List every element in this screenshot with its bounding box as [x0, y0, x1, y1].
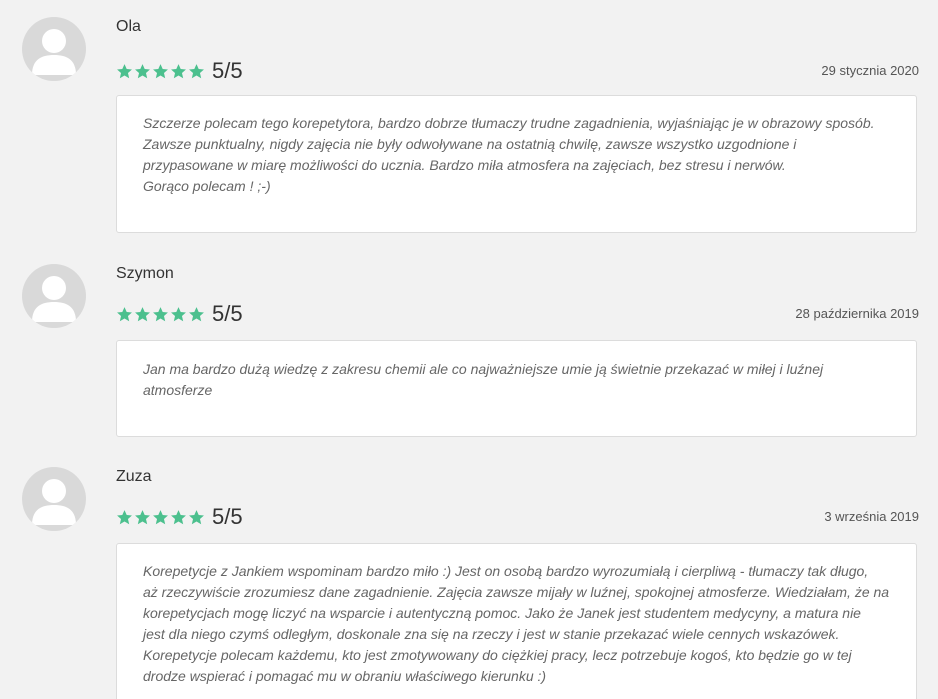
star-icon [135, 306, 150, 321]
star-icon [153, 306, 168, 321]
star-icon [117, 63, 132, 78]
star-rating [116, 306, 205, 323]
rating: 5/5 [116, 58, 243, 84]
review-text: Jan ma bardzo dużą wiedzę z zakresu chem… [116, 340, 917, 437]
review-date: 28 października 2019 [795, 306, 919, 321]
star-rating [116, 63, 205, 80]
rating-score: 5/5 [212, 504, 243, 529]
user-avatar-icon [22, 264, 86, 328]
star-icon [117, 306, 132, 321]
review-item: Szymon 5/5 28 października 2019 Jan ma b… [0, 264, 938, 437]
rating: 5/5 [116, 301, 243, 327]
star-icon [171, 509, 186, 524]
rating: 5/5 [116, 504, 243, 530]
review-item: Zuza 5/5 3 września 2019 Korepetycje z J… [0, 467, 938, 699]
star-icon [153, 63, 168, 78]
user-avatar-icon [22, 17, 86, 81]
review-text: Korepetycje z Jankiem wspominam bardzo m… [116, 543, 917, 699]
rating-score: 5/5 [212, 301, 243, 326]
reviewer-name: Zuza [116, 468, 152, 485]
star-icon [117, 509, 132, 524]
review-date: 29 stycznia 2020 [821, 63, 919, 78]
star-icon [189, 63, 204, 78]
reviews-list: Ola 5/5 29 stycznia 2020 Szczerze poleca… [0, 0, 938, 699]
review-item: Ola 5/5 29 stycznia 2020 Szczerze poleca… [0, 17, 938, 233]
star-icon [153, 509, 168, 524]
star-icon [171, 63, 186, 78]
star-icon [171, 306, 186, 321]
star-icon [189, 306, 204, 321]
star-icon [135, 509, 150, 524]
rating-score: 5/5 [212, 58, 243, 83]
star-icon [135, 63, 150, 78]
review-text: Szczerze polecam tego korepetytora, bard… [116, 95, 917, 233]
review-date: 3 września 2019 [824, 509, 919, 524]
star-icon [189, 509, 204, 524]
user-avatar-icon [22, 467, 86, 531]
star-rating [116, 509, 205, 526]
reviewer-name: Ola [116, 18, 141, 35]
reviewer-name: Szymon [116, 265, 174, 282]
